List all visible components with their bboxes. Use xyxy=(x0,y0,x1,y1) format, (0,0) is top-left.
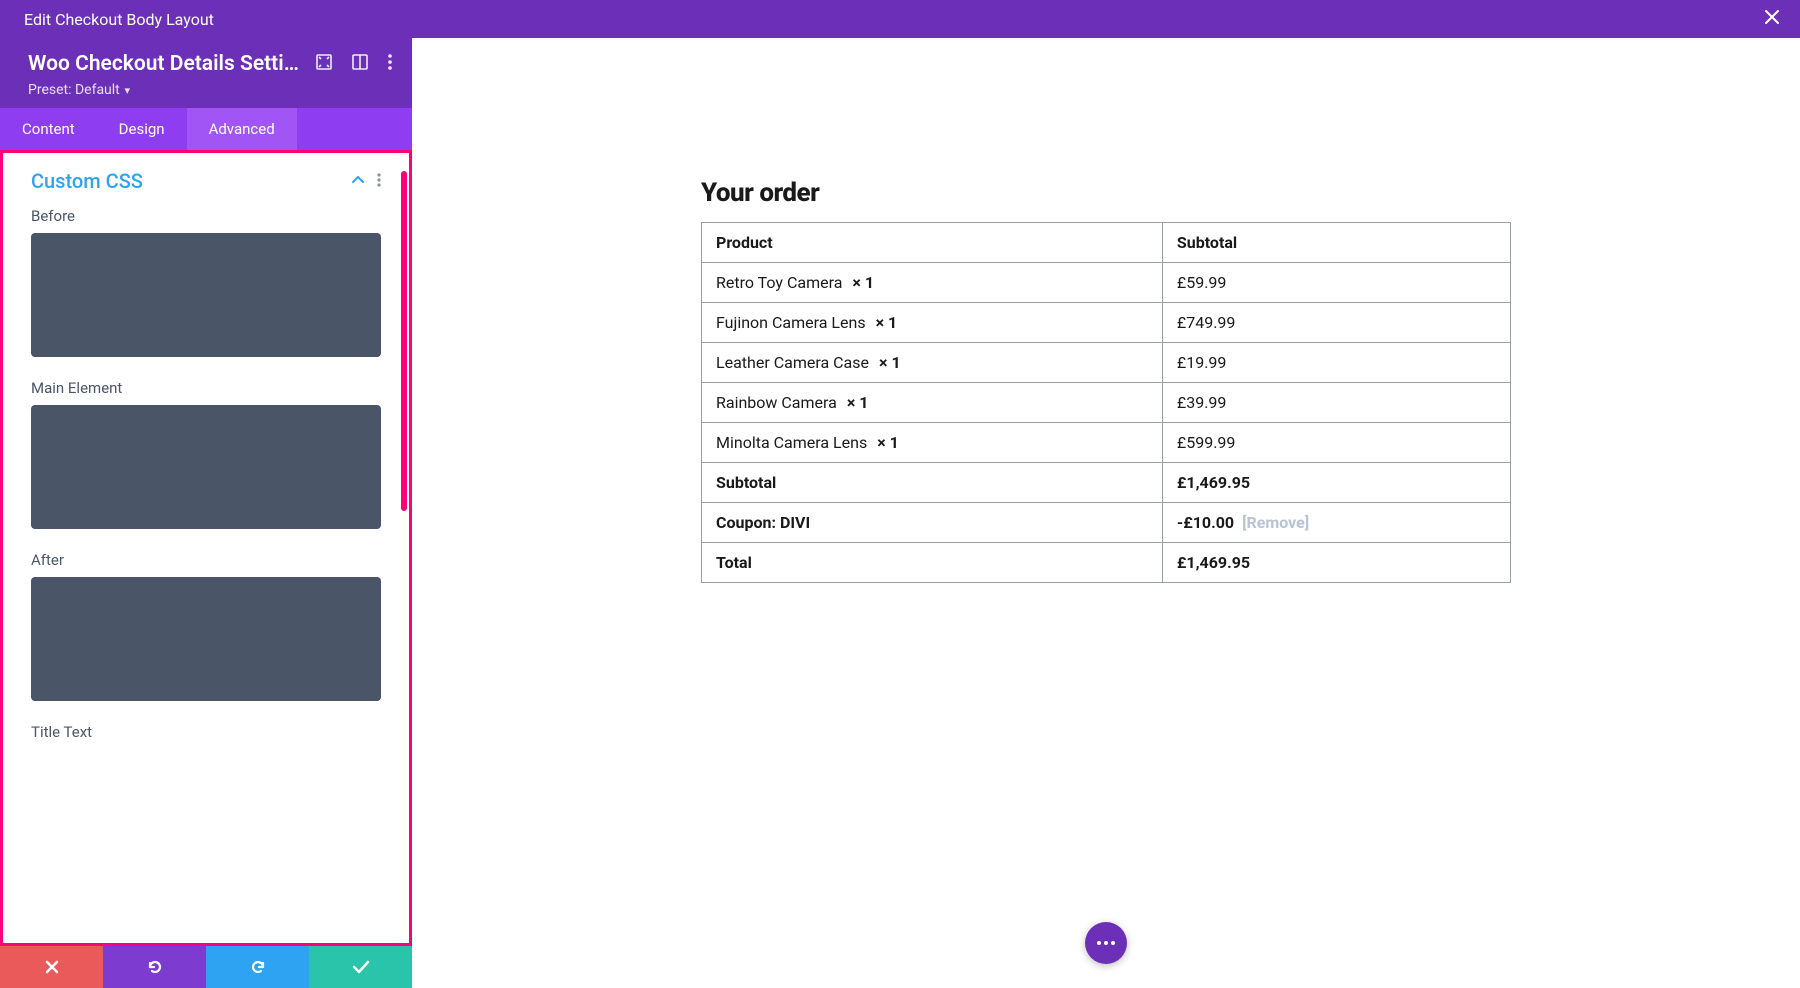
table-row: Leather Camera Case × 1£19.99 xyxy=(702,343,1511,383)
module-header: Woo Checkout Details Setti… Preset: Defa… xyxy=(0,38,412,108)
price-cell: £19.99 xyxy=(1162,343,1510,383)
css-input-main-element[interactable] xyxy=(31,405,381,529)
kebab-menu-icon[interactable] xyxy=(388,54,392,74)
undo-button[interactable] xyxy=(103,946,206,988)
table-row: Retro Toy Camera × 1£59.99 xyxy=(702,263,1511,303)
product-cell: Minolta Camera Lens × 1 xyxy=(702,423,1163,463)
table-row: Minolta Camera Lens × 1£599.99 xyxy=(702,423,1511,463)
preset-selector[interactable]: Preset: Default ▾ xyxy=(28,82,392,98)
responsive-icon[interactable] xyxy=(352,54,368,74)
cancel-button[interactable] xyxy=(0,946,103,988)
product-cell: Rainbow Camera × 1 xyxy=(702,383,1163,423)
scrollbar[interactable] xyxy=(401,171,407,511)
product-cell: Fujinon Camera Lens × 1 xyxy=(702,303,1163,343)
module-title: Woo Checkout Details Setti… xyxy=(28,52,302,76)
css-input-before[interactable] xyxy=(31,233,381,357)
col-subtotal: Subtotal xyxy=(1162,223,1510,263)
product-name: Fujinon Camera Lens xyxy=(716,313,866,332)
product-qty: × 1 xyxy=(875,353,901,372)
col-product: Product xyxy=(702,223,1163,263)
panel-highlight: Custom CSS Before Main Element After xyxy=(0,150,412,946)
table-row: Fujinon Camera Lens × 1£749.99 xyxy=(702,303,1511,343)
subtotal-label: Subtotal xyxy=(702,463,1163,503)
fab-menu[interactable] xyxy=(1085,922,1127,964)
top-bar: Edit Checkout Body Layout xyxy=(0,0,1800,38)
product-name: Minolta Camera Lens xyxy=(716,433,867,452)
total-label: Total xyxy=(702,543,1163,583)
product-name: Rainbow Camera xyxy=(716,393,837,412)
more-icon xyxy=(1097,941,1115,945)
coupon-value: -£10.00 xyxy=(1177,513,1234,532)
coupon-remove-link[interactable]: [Remove] xyxy=(1242,513,1309,532)
label-title-text: Title Text xyxy=(31,723,381,741)
order-block: Your order Product Subtotal Retro Toy Ca… xyxy=(701,178,1511,583)
preview-canvas: Your order Product Subtotal Retro Toy Ca… xyxy=(412,38,1800,988)
total-value: £1,469.95 xyxy=(1162,543,1510,583)
section-header[interactable]: Custom CSS xyxy=(31,169,381,193)
label-after: After xyxy=(31,551,381,569)
product-qty: × 1 xyxy=(843,393,869,412)
top-bar-title: Edit Checkout Body Layout xyxy=(24,10,214,29)
tab-advanced[interactable]: Advanced xyxy=(187,108,297,150)
preset-label: Preset: Default xyxy=(28,82,120,98)
label-main-element: Main Element xyxy=(31,379,381,397)
section-title: Custom CSS xyxy=(31,169,143,193)
caret-down-icon: ▾ xyxy=(122,84,130,97)
settings-tabs: Content Design Advanced xyxy=(0,108,412,150)
product-qty: × 1 xyxy=(872,313,898,332)
redo-button[interactable] xyxy=(206,946,309,988)
action-bar xyxy=(0,946,412,988)
settings-sidebar: Woo Checkout Details Setti… Preset: Defa… xyxy=(0,38,412,988)
label-before: Before xyxy=(31,207,381,225)
order-heading: Your order xyxy=(701,178,1511,208)
expand-icon[interactable] xyxy=(316,54,332,74)
product-cell: Retro Toy Camera × 1 xyxy=(702,263,1163,303)
product-qty: × 1 xyxy=(848,273,874,292)
product-qty: × 1 xyxy=(873,433,899,452)
table-row: Rainbow Camera × 1£39.99 xyxy=(702,383,1511,423)
save-button[interactable] xyxy=(309,946,412,988)
price-cell: £749.99 xyxy=(1162,303,1510,343)
price-cell: £59.99 xyxy=(1162,263,1510,303)
product-name: Leather Camera Case xyxy=(716,353,869,372)
product-cell: Leather Camera Case × 1 xyxy=(702,343,1163,383)
price-cell: £599.99 xyxy=(1162,423,1510,463)
coupon-cell: -£10.00 [Remove] xyxy=(1162,503,1510,543)
subtotal-value: £1,469.95 xyxy=(1162,463,1510,503)
tab-design[interactable]: Design xyxy=(97,108,187,150)
product-name: Retro Toy Camera xyxy=(716,273,842,292)
coupon-label: Coupon: DIVI xyxy=(702,503,1163,543)
css-input-after[interactable] xyxy=(31,577,381,701)
panel-body: Custom CSS Before Main Element After xyxy=(3,153,409,943)
close-icon[interactable] xyxy=(1764,8,1780,30)
kebab-menu-icon[interactable] xyxy=(377,172,381,191)
price-cell: £39.99 xyxy=(1162,383,1510,423)
order-table: Product Subtotal Retro Toy Camera × 1£59… xyxy=(701,222,1511,583)
tab-content[interactable]: Content xyxy=(0,108,97,150)
chevron-up-icon[interactable] xyxy=(351,172,365,191)
